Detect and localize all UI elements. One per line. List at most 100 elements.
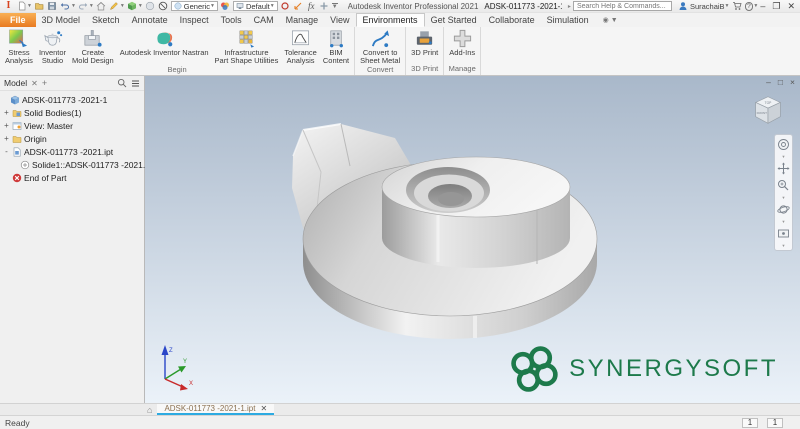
browser-search-icon[interactable] — [117, 78, 127, 88]
sphere-icon[interactable] — [145, 1, 156, 12]
tab-get-started[interactable]: Get Started — [425, 13, 483, 27]
redo-icon[interactable] — [78, 1, 89, 12]
group-label-convert[interactable]: Convert — [355, 65, 405, 75]
inventor-app-icon[interactable]: I — [3, 1, 14, 12]
tree-item-view-master[interactable]: + View: Master — [0, 119, 144, 132]
convert-to-sheet-metal-button[interactable]: Convert to Sheet Metal — [357, 28, 403, 65]
doc-restore-icon[interactable]: □ — [778, 77, 783, 87]
color-wheel-icon[interactable] — [220, 1, 231, 12]
look-at-icon[interactable] — [777, 227, 790, 240]
bim-content-button[interactable]: BIM Content — [320, 28, 352, 65]
tab-3d-model[interactable]: 3D Model — [36, 13, 87, 27]
expander-icon[interactable]: + — [3, 121, 10, 130]
tab-simulation[interactable]: Simulation — [541, 13, 595, 27]
inventor-nastran-button[interactable]: Autodesk Inventor Nastran — [117, 28, 212, 65]
restore-button[interactable]: ❐ — [772, 1, 780, 11]
create-mold-design-button[interactable]: Create Mold Design — [69, 28, 117, 65]
save-icon[interactable] — [47, 1, 58, 12]
solid-body-node-icon — [20, 160, 30, 170]
svg-text:Z: Z — [169, 348, 173, 354]
new-file-dropdown[interactable]: ▼ — [27, 3, 32, 9]
user-dropdown[interactable]: ▼ — [725, 3, 730, 9]
undo-dropdown[interactable]: ▼ — [71, 3, 76, 9]
browser-tab-model[interactable]: Model — [4, 78, 27, 88]
tree-item-end-of-part[interactable]: End of Part — [0, 171, 144, 184]
parameters-fx-icon[interactable]: fx — [306, 1, 317, 12]
tab-tools[interactable]: Tools — [215, 13, 248, 27]
cart-icon[interactable] — [732, 1, 743, 12]
ribbon-display-toggle[interactable]: ◉ ▼ — [603, 16, 618, 25]
add-ins-button[interactable]: Add-Ins — [446, 28, 478, 64]
inventor-studio-button[interactable]: Inventor Studio — [36, 28, 69, 65]
tab-view[interactable]: View — [324, 13, 355, 27]
measure-icon[interactable] — [293, 1, 304, 12]
zoom-icon[interactable] — [777, 179, 790, 192]
pan-icon[interactable] — [777, 162, 790, 175]
group-label-begin[interactable]: Begin — [0, 65, 354, 75]
zoom-caret[interactable]: ▼ — [782, 196, 786, 200]
open-file-icon[interactable] — [34, 1, 45, 12]
tree-item-part-file[interactable]: - ADSK-011773 -2021.ipt — [0, 145, 144, 158]
help-dropdown[interactable]: ▼ — [753, 3, 758, 9]
nav-wheel-caret[interactable]: ▼ — [782, 155, 786, 159]
view-cube[interactable]: TOP FRONT — [749, 92, 787, 130]
help-icon[interactable]: ? — [744, 1, 754, 11]
new-file-icon[interactable] — [16, 1, 27, 12]
sketch-dropdown[interactable]: ▼ — [120, 3, 125, 9]
tab-manage[interactable]: Manage — [280, 13, 325, 27]
tab-collaborate[interactable]: Collaborate — [483, 13, 541, 27]
doc-close-icon[interactable]: × — [790, 77, 795, 87]
infrastructure-part-shape-utilities-button[interactable]: Infrastructure Part Shape Utilities — [212, 28, 282, 65]
tree-item-root[interactable]: ADSK-011773 -2021-1 — [0, 93, 144, 106]
tab-sketch[interactable]: Sketch — [86, 13, 126, 27]
occurrence-counter-2: 1 — [767, 417, 783, 428]
quick-access-toolbar: I ▼ ▼ ▼ ▼ ▼ Generic ▼ Default ▼ fx ▼ — [3, 1, 338, 12]
expander-icon[interactable]: + — [3, 134, 10, 143]
adjust-appearance-icon[interactable] — [280, 1, 291, 12]
appearance-combo[interactable]: Default ▼ — [232, 1, 278, 11]
undo-icon[interactable] — [60, 1, 71, 12]
no-entry-icon[interactable] — [158, 1, 169, 12]
tab-annotate[interactable]: Annotate — [126, 13, 174, 27]
tree-item-solid-body[interactable]: Solide1::ADSK-011773 -2021.ipt — [0, 158, 154, 171]
group-label-manage[interactable]: Manage — [444, 64, 480, 75]
search-input[interactable] — [572, 1, 672, 11]
tree-item-origin[interactable]: + Origin — [0, 132, 144, 145]
tab-cam[interactable]: CAM — [248, 13, 280, 27]
doc-minimize-icon[interactable]: – — [766, 77, 771, 87]
minimize-button[interactable]: – — [760, 1, 765, 11]
navbar-overflow-caret[interactable]: ▼ — [782, 244, 786, 248]
search-caret-icon[interactable]: ▸ — [568, 3, 571, 10]
home-tab-icon[interactable]: ⌂ — [147, 404, 152, 415]
material-style-combo[interactable]: Generic ▼ — [170, 1, 218, 11]
home-icon[interactable] — [96, 1, 107, 12]
material-cube-icon[interactable] — [127, 1, 138, 12]
sketch-pencil-icon[interactable] — [109, 1, 120, 12]
expander-icon[interactable]: + — [3, 108, 10, 117]
stress-analysis-button[interactable]: Stress Analysis — [2, 28, 36, 65]
expander-icon[interactable]: - — [3, 147, 10, 156]
browser-menu-icon[interactable] — [131, 79, 140, 88]
tab-file[interactable]: File — [0, 13, 36, 27]
tolerance-analysis-button[interactable]: Tolerance Analysis — [281, 28, 320, 65]
material-dropdown[interactable]: ▼ — [138, 3, 143, 9]
navigation-wheel-icon[interactable] — [777, 138, 790, 151]
group-label-3d-print[interactable]: 3D Print — [406, 64, 443, 75]
orbit-caret[interactable]: ▼ — [782, 220, 786, 224]
browser-add-tab-icon[interactable]: + — [42, 78, 47, 88]
close-button[interactable]: ✕ — [787, 1, 795, 11]
occurrence-counter-1: 1 — [742, 417, 758, 428]
tab-environments[interactable]: Environments — [355, 13, 425, 27]
qat-overflow-icon[interactable]: ▼ — [331, 2, 338, 10]
plus-icon[interactable] — [319, 1, 330, 12]
browser-tab-close-icon[interactable]: ✕ — [31, 79, 38, 88]
tree-item-solid-bodies[interactable]: + Solid Bodies(1) — [0, 106, 144, 119]
3d-print-button[interactable]: 3D Print — [408, 28, 441, 64]
user-account[interactable]: SurachaiB ▼ — [678, 1, 730, 11]
redo-dropdown[interactable]: ▼ — [89, 3, 94, 9]
graphics-viewport[interactable]: – □ × TOP FRONT ▼ ▼ ▼ ▼ Z Y X SYNERGYSOF… — [145, 76, 800, 403]
tab-inspect[interactable]: Inspect — [174, 13, 215, 27]
document-tab-active[interactable]: ADSK-011773 -2021-1.ipt ✕ — [157, 404, 275, 415]
document-tab-close-icon[interactable]: ✕ — [260, 404, 267, 413]
orbit-icon[interactable] — [777, 203, 790, 216]
